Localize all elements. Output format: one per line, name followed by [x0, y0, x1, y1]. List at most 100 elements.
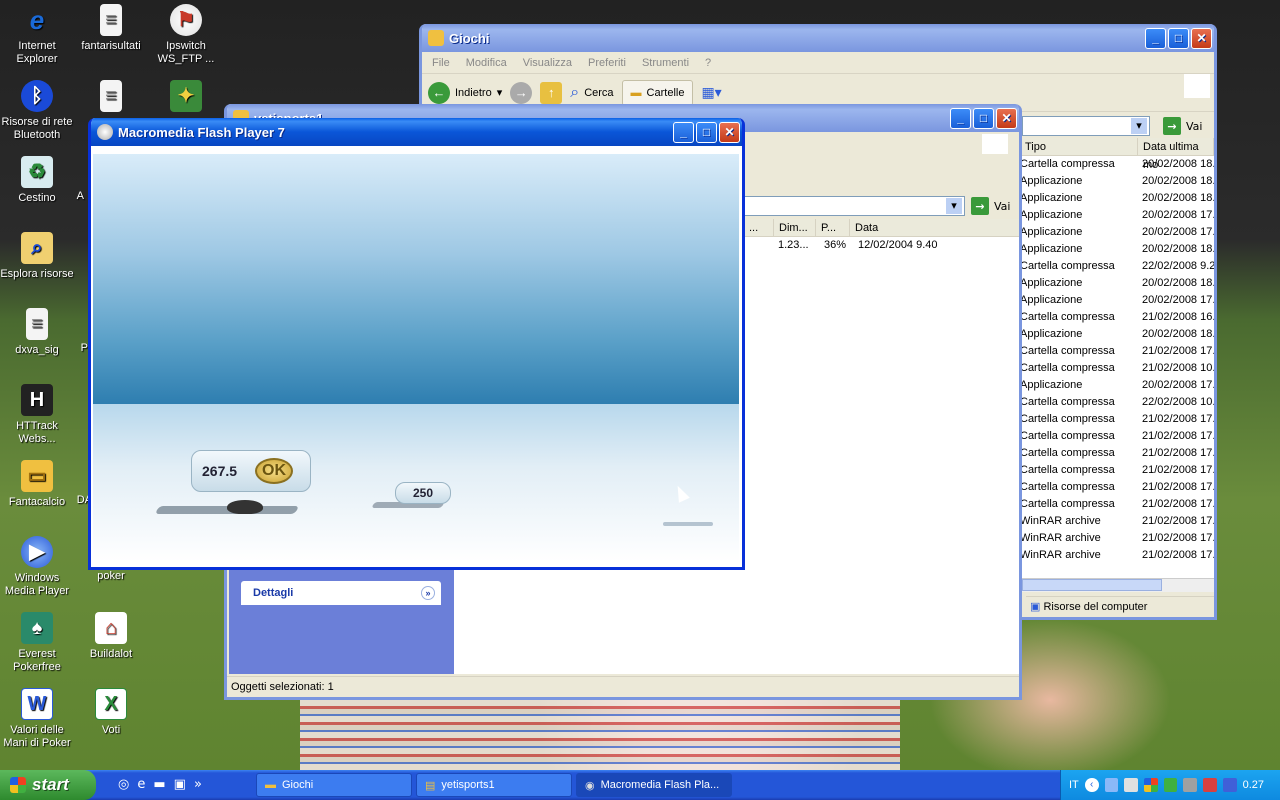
- details-panel-header[interactable]: Dettagli »: [241, 581, 441, 605]
- table-row[interactable]: WinRAR archive 21/02/2008 17.: [1020, 513, 1214, 530]
- table-row[interactable]: Cartella compressa 21/02/2008 10.: [1020, 360, 1214, 377]
- chevron-down-icon[interactable]: ▾: [1131, 118, 1147, 134]
- minimize-button[interactable]: _: [950, 107, 971, 129]
- maximize-button[interactable]: □: [1168, 27, 1189, 49]
- forward-arrow-icon[interactable]: →: [510, 81, 533, 104]
- go-button[interactable]: → Vai: [1163, 117, 1202, 135]
- folder-icon[interactable]: ▬: [153, 777, 165, 792]
- chevron-down-icon[interactable]: »: [421, 586, 435, 600]
- up-folder-icon[interactable]: ↑: [540, 81, 563, 104]
- start-button[interactable]: start: [0, 770, 96, 800]
- giochi-titlebar[interactable]: Giochi _ □ ✕: [422, 24, 1214, 52]
- desktop-icon-windows-media-player[interactable]: ▶ Windows Media Player: [0, 536, 74, 598]
- desktop-icon-partial-da[interactable]: DA: [52, 494, 92, 507]
- desktop-icon-file[interactable]: ≡: [74, 80, 148, 116]
- views-icon[interactable]: ▦▾: [701, 84, 721, 101]
- minimize-button[interactable]: _: [673, 121, 694, 143]
- address-input[interactable]: ▾: [744, 196, 965, 216]
- table-row[interactable]: Cartella compressa 21/02/2008 17.: [1020, 496, 1214, 513]
- desktop-icon-valori-mani-poker[interactable]: W Valori delle Mani di Poker: [0, 688, 74, 750]
- table-row[interactable]: Cartella compressa 20/02/2008 18.: [1020, 156, 1214, 173]
- minimize-button[interactable]: _: [1145, 27, 1166, 49]
- desktop-icon-bluetooth[interactable]: ᛒ Risorse di rete Bluetooth: [0, 80, 74, 142]
- desktop-icon-esplora-risorse[interactable]: ⌕ Esplora risorse: [0, 232, 74, 281]
- device-icon[interactable]: [1183, 778, 1198, 792]
- table-row[interactable]: Cartella compressa 21/02/2008 17.: [1020, 428, 1214, 445]
- menu-visualizza[interactable]: Visualizza: [523, 57, 572, 69]
- taskbar-item-giochi[interactable]: ▬ Giochi: [256, 773, 412, 797]
- media-icon[interactable]: ▣: [174, 777, 186, 792]
- desktop-icon-internet-explorer[interactable]: e Internet Explorer: [0, 4, 74, 66]
- table-row[interactable]: Applicazione 20/02/2008 18.: [1020, 190, 1214, 207]
- desktop-icon-shortcut[interactable]: ✦: [149, 80, 223, 116]
- internet-explorer-icon[interactable]: e: [137, 777, 145, 792]
- address-input[interactable]: ▾: [1022, 116, 1150, 136]
- desktop-icon-voti[interactable]: X Voti: [74, 688, 148, 737]
- desktop-icon-poker[interactable]: poker: [74, 570, 148, 583]
- close-button[interactable]: ✕: [1191, 27, 1212, 49]
- column-tipo[interactable]: Tipo: [1020, 138, 1138, 155]
- table-row[interactable]: Cartella compressa 21/02/2008 16.: [1020, 309, 1214, 326]
- flash-player-window[interactable]: Macromedia Flash Player 7 _ □ ✕ 267.5 OK…: [88, 118, 745, 570]
- column-data[interactable]: Data ultima mo: [1138, 138, 1214, 171]
- desktop-icon-buildalot[interactable]: ⌂ Buildalot: [74, 612, 148, 661]
- desktop-icon-partial-p[interactable]: P: [44, 342, 88, 355]
- column-name[interactable]: ...: [744, 219, 774, 236]
- alert-icon[interactable]: [1203, 778, 1217, 792]
- table-row[interactable]: Cartella compressa 22/02/2008 10.: [1020, 394, 1214, 411]
- table-row[interactable]: Cartella compressa 21/02/2008 17.: [1020, 445, 1214, 462]
- table-row[interactable]: Applicazione 20/02/2008 18.: [1020, 275, 1214, 292]
- maximize-button[interactable]: □: [696, 121, 717, 143]
- taskbar-item-yetisports[interactable]: ▤ yetisports1: [416, 773, 572, 797]
- search-button[interactable]: ⌕ Cerca: [570, 84, 613, 102]
- menu-modifica[interactable]: Modifica: [466, 57, 507, 69]
- speaker-icon[interactable]: [1124, 778, 1138, 792]
- go-button[interactable]: → Vai: [971, 197, 1010, 215]
- menu-file[interactable]: File: [432, 57, 450, 69]
- desktop-icon-everest-pokerfree[interactable]: ♠ Everest Pokerfree: [0, 612, 74, 674]
- chevron-right-icon[interactable]: »: [194, 777, 202, 792]
- table-row[interactable]: WinRAR archive 21/02/2008 17.: [1020, 530, 1214, 547]
- table-row[interactable]: Cartella compressa 21/02/2008 17.: [1020, 411, 1214, 428]
- clock[interactable]: 0.27: [1243, 779, 1264, 791]
- network-icon[interactable]: [1104, 778, 1119, 792]
- table-row[interactable]: Applicazione 20/02/2008 18.: [1020, 173, 1214, 190]
- table-row[interactable]: Applicazione 20/02/2008 18.: [1020, 326, 1214, 343]
- column-date[interactable]: Data: [850, 219, 1019, 236]
- close-button[interactable]: ✕: [996, 107, 1017, 129]
- desktop-icon-httrack[interactable]: H HTTrack Webs...: [0, 384, 74, 446]
- chevron-left-icon[interactable]: ‹: [1084, 778, 1099, 792]
- ok-button[interactable]: OK: [255, 458, 294, 484]
- table-row[interactable]: Applicazione 20/02/2008 17.: [1020, 292, 1214, 309]
- column-size[interactable]: Dim...: [774, 219, 816, 236]
- maximize-button[interactable]: □: [973, 107, 994, 129]
- back-button[interactable]: ← Indietro ▾: [428, 81, 503, 104]
- table-row[interactable]: Cartella compressa 21/02/2008 17.: [1020, 343, 1214, 360]
- desktop-icon-fantarisultati[interactable]: ≡ fantarisultati: [74, 4, 148, 53]
- security-icon[interactable]: [1163, 778, 1178, 792]
- messenger-icon[interactable]: ◎: [118, 777, 129, 792]
- scrollbar-thumb[interactable]: [1022, 579, 1162, 591]
- flash-titlebar[interactable]: Macromedia Flash Player 7 _ □ ✕: [91, 118, 742, 146]
- folders-button[interactable]: ▬ Cartelle: [621, 79, 694, 106]
- table-row[interactable]: Applicazione 20/02/2008 18.: [1020, 241, 1214, 258]
- language-indicator[interactable]: IT: [1069, 779, 1079, 791]
- table-row[interactable]: 1.23... 36% 12/02/2004 9.40: [746, 237, 1019, 254]
- column-percent[interactable]: P...: [816, 219, 850, 236]
- windows-tray-icon[interactable]: [1143, 778, 1158, 792]
- chevron-down-icon[interactable]: ▾: [946, 198, 962, 214]
- menu-help[interactable]: ?: [705, 57, 711, 69]
- table-row[interactable]: Cartella compressa 21/02/2008 17.: [1020, 462, 1214, 479]
- menu-preferiti[interactable]: Preferiti: [588, 57, 626, 69]
- chevron-down-icon[interactable]: ▾: [497, 86, 503, 99]
- table-row[interactable]: Applicazione 20/02/2008 17.: [1020, 224, 1214, 241]
- close-button[interactable]: ✕: [719, 121, 740, 143]
- horizontal-scrollbar[interactable]: [1022, 578, 1214, 592]
- taskbar-item-flash-player[interactable]: ◉ Macromedia Flash Pla...: [576, 773, 732, 797]
- desktop-icon-partial-a[interactable]: A: [44, 190, 84, 203]
- desktop-icon-ws-ftp[interactable]: ⚑ Ipswitch WS_FTP ...: [149, 4, 223, 66]
- table-row[interactable]: Applicazione 20/02/2008 17.: [1020, 377, 1214, 394]
- bluetooth-icon[interactable]: [1222, 778, 1237, 792]
- table-row[interactable]: WinRAR archive 21/02/2008 17.: [1020, 547, 1214, 564]
- table-row[interactable]: Cartella compressa 21/02/2008 17.: [1020, 479, 1214, 496]
